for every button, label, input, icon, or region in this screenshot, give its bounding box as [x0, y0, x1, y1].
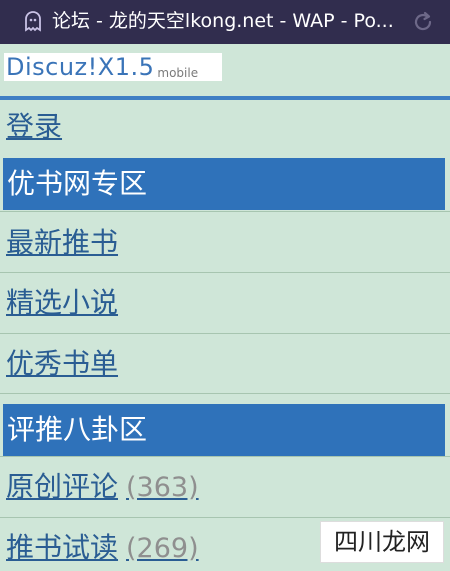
forum-label[interactable]: 原创评论 [6, 470, 118, 503]
section-title: 评推八卦区 [7, 413, 148, 446]
section-header: 优书网专区 [3, 158, 445, 210]
login-link[interactable]: 登录 [6, 107, 62, 147]
page-title: 论坛 - 龙的天空lkong.net - WAP - Po... [52, 10, 394, 32]
section-header: 评推八卦区 [3, 404, 445, 456]
divider [0, 393, 450, 394]
forum-link-selected[interactable]: 精选小说 [6, 283, 118, 323]
browser-title-bar: 论坛 - 龙的天空lkong.net - WAP - Po... [0, 0, 450, 44]
divider [0, 211, 450, 212]
reload-icon[interactable] [411, 10, 435, 34]
divider [0, 272, 450, 273]
watermark-badge: 四川龙网 [320, 521, 444, 563]
logo-main-text: Discuz!X1.5 [6, 53, 155, 81]
forum-link-reviews[interactable]: 原创评论 (363) [6, 467, 199, 508]
divider [0, 517, 450, 518]
section-title: 优书网专区 [7, 167, 148, 200]
header-divider [0, 96, 450, 100]
forum-link-booklists[interactable]: 优秀书单 [6, 344, 118, 384]
forum-link-trial-reads[interactable]: 推书试读 (269) [6, 528, 199, 569]
forum-label[interactable]: 推书试读 [6, 531, 118, 564]
divider [0, 456, 450, 457]
divider [0, 333, 450, 334]
discuz-logo[interactable]: Discuz!X1.5 mobile [4, 53, 222, 81]
ghost-icon [25, 11, 41, 32]
forum-count: (363) [126, 472, 199, 503]
logo-sub-text: mobile [157, 66, 199, 80]
forum-count: (269) [126, 533, 199, 564]
forum-link-latest[interactable]: 最新推书 [6, 223, 118, 263]
